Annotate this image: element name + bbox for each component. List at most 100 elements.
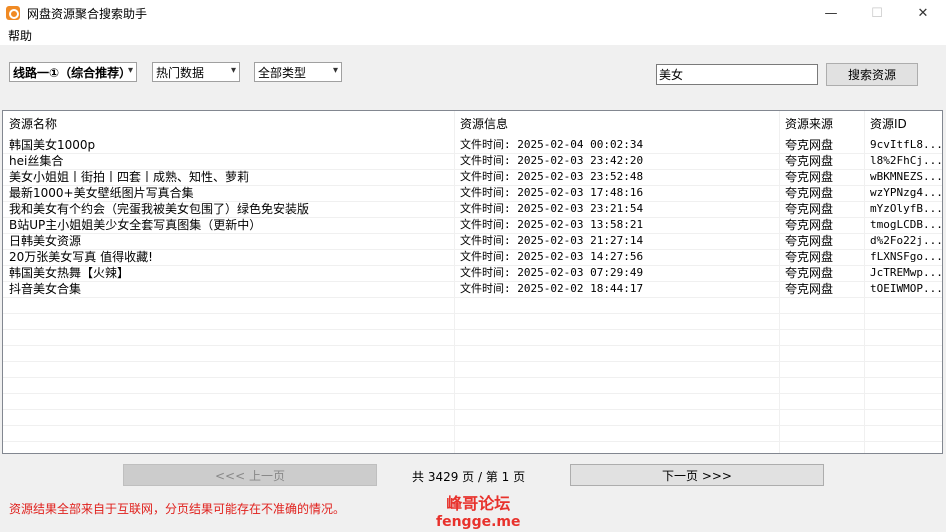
- column-header-id[interactable]: 资源ID: [864, 111, 942, 137]
- row-divider: [3, 153, 942, 154]
- cell-source: 夸克网盘: [785, 250, 834, 264]
- table-row[interactable]: 最新1000+美女壁纸图片写真合集 文件时间: 2025-02-03 17:48:…: [3, 185, 943, 201]
- table-row[interactable]: B站UP主小姐姐美少女全套写真图集（更新中） 文件时间: 2025-02-03 1…: [3, 217, 943, 233]
- chevron-down-icon: ▾: [230, 65, 236, 76]
- cell-name: 韩国美女热舞【火辣】: [9, 266, 130, 280]
- cell-info: 文件时间: 2025-02-03 21:27:14: [460, 234, 644, 247]
- row-divider: [3, 233, 942, 234]
- cell-id: tmogLCDB...: [870, 218, 943, 231]
- column-header-source[interactable]: 资源来源: [779, 111, 864, 137]
- type-select[interactable]: 全部类型 ▾: [254, 62, 342, 82]
- page-info: 共 3429 页 / 第 1 页: [412, 470, 526, 484]
- data-select-value: 热门数据: [156, 65, 205, 80]
- cell-id: fLXNSFgo...: [870, 250, 943, 263]
- cell-info: 文件时间: 2025-02-03 23:42:20: [460, 154, 644, 167]
- row-divider: [3, 329, 942, 330]
- table-row[interactable]: 抖音美女合集 文件时间: 2025-02-02 18:44:17 夸克网盘 tOEIW…: [3, 281, 943, 297]
- cell-name: hei丝集合: [9, 154, 64, 168]
- row-divider: [3, 297, 942, 298]
- title-bar: 网盘资源聚合搜索助手 — ☐ ✕: [0, 0, 946, 26]
- minimize-button[interactable]: —: [808, 0, 854, 26]
- cell-name: 最新1000+美女壁纸图片写真合集: [9, 186, 194, 200]
- cell-info: 文件时间: 2025-02-03 23:21:54: [460, 202, 644, 215]
- cell-name: 美女小姐姐丨街拍丨四套丨成熟、知性、萝莉: [9, 170, 250, 184]
- cell-name: 抖音美女合集: [9, 282, 82, 296]
- footer-note: 资源结果全部来自于互联网，分页结果可能存在不准确的情况。: [9, 502, 346, 516]
- type-select-value: 全部类型: [258, 65, 307, 80]
- cell-id: l8%2FhCj...: [870, 154, 943, 167]
- row-divider: [3, 249, 942, 250]
- watermark-title: 峰哥论坛: [446, 494, 511, 513]
- data-select[interactable]: 热门数据 ▾: [152, 62, 240, 82]
- row-divider: [3, 361, 942, 362]
- table-row[interactable]: 20万张美女写真 值得收藏! 文件时间: 2025-02-03 14:27:56 夸…: [3, 249, 943, 265]
- toolbar: 线路一①（综合推荐） ▾ 热门数据 ▾ 全部类型 ▾ 美女 搜索资源: [0, 45, 946, 110]
- search-button[interactable]: 搜索资源: [826, 63, 918, 86]
- cell-id: d%2Fo22j...: [870, 234, 943, 247]
- row-divider: [3, 185, 942, 186]
- column-header-info[interactable]: 资源信息: [454, 111, 779, 137]
- watermark-url: fengge.me: [436, 514, 521, 530]
- cell-id: tOEIWMOP...: [870, 282, 943, 295]
- cell-id: wzYPNzg4...: [870, 186, 943, 199]
- cell-source: 夸克网盘: [785, 138, 834, 152]
- row-divider: [3, 281, 942, 282]
- cell-source: 夸克网盘: [785, 202, 834, 216]
- cell-info: 文件时间: 2025-02-03 13:58:21: [460, 218, 644, 231]
- cell-info: 文件时间: 2025-02-03 07:29:49: [460, 266, 644, 279]
- menu-help[interactable]: 帮助: [0, 27, 40, 44]
- row-divider: [3, 441, 942, 442]
- results-table[interactable]: 资源名称 资源信息 资源来源 资源ID 韩国美女1000p 文件时间: 2025-…: [2, 110, 943, 454]
- cell-source: 夸克网盘: [785, 282, 834, 296]
- row-divider: [3, 345, 942, 346]
- table-row[interactable]: 美女小姐姐丨街拍丨四套丨成熟、知性、萝莉 文件时间: 2025-02-03 23:…: [3, 169, 943, 185]
- cell-id: wBKMNEZS...: [870, 170, 943, 183]
- cell-source: 夸克网盘: [785, 266, 834, 280]
- row-divider: [3, 409, 942, 410]
- search-input-value: 美女: [659, 68, 684, 82]
- row-divider: [3, 393, 942, 394]
- row-divider: [3, 313, 942, 314]
- cell-id: 9cvItfL8...: [870, 138, 943, 151]
- cell-name: 我和美女有个约会（完蛋我被美女包围了）绿色免安装版: [9, 202, 310, 216]
- cell-source: 夸克网盘: [785, 170, 834, 184]
- cell-source: 夸克网盘: [785, 218, 834, 232]
- table-row[interactable]: 我和美女有个约会（完蛋我被美女包围了）绿色免安装版 文件时间: 2025-02-0…: [3, 201, 943, 217]
- column-header-name[interactable]: 资源名称: [3, 111, 454, 137]
- cell-info: 文件时间: 2025-02-03 23:52:48: [460, 170, 644, 183]
- watermark: 峰哥论坛 fengge.me: [436, 490, 521, 530]
- chevron-down-icon: ▾: [332, 65, 338, 76]
- cell-name: 韩国美女1000p: [9, 138, 96, 152]
- row-divider: [3, 217, 942, 218]
- row-divider: [3, 201, 942, 202]
- window-controls: — ☐ ✕: [808, 0, 946, 26]
- app-icon: [6, 6, 20, 20]
- menu-bar: 帮助: [0, 26, 946, 45]
- cell-id: JcTREMwp...: [870, 266, 943, 279]
- window-title: 网盘资源聚合搜索助手: [27, 6, 148, 21]
- cell-info: 文件时间: 2025-02-02 18:44:17: [460, 282, 644, 295]
- prev-page-button[interactable]: <<< 上一页: [123, 464, 377, 486]
- cell-name: 20万张美女写真 值得收藏!: [9, 250, 153, 264]
- maximize-button: ☐: [871, 5, 883, 21]
- search-input[interactable]: 美女: [656, 64, 818, 85]
- next-page-button[interactable]: 下一页 >>>: [570, 464, 824, 486]
- row-divider: [3, 425, 942, 426]
- cell-source: 夸克网盘: [785, 154, 834, 168]
- cell-info: 文件时间: 2025-02-03 17:48:16: [460, 186, 644, 199]
- table-row[interactable]: 韩国美女热舞【火辣】 文件时间: 2025-02-03 07:29:49 夸克网盘 J…: [3, 265, 943, 281]
- table-row[interactable]: 日韩美女资源 文件时间: 2025-02-03 21:27:14 夸克网盘 d%2Fo…: [3, 233, 943, 249]
- cell-info: 文件时间: 2025-02-04 00:02:34: [460, 138, 644, 151]
- cell-source: 夸克网盘: [785, 234, 834, 248]
- row-divider: [3, 169, 942, 170]
- cell-name: B站UP主小姐姐美少女全套写真图集（更新中）: [9, 218, 262, 232]
- cell-source: 夸克网盘: [785, 186, 834, 200]
- table-row[interactable]: hei丝集合 文件时间: 2025-02-03 23:42:20 夸克网盘 l8%2F…: [3, 153, 943, 169]
- cell-name: 日韩美女资源: [9, 234, 82, 248]
- close-button[interactable]: ✕: [900, 0, 946, 26]
- route-select[interactable]: 线路一①（综合推荐） ▾: [9, 62, 137, 82]
- cell-info: 文件时间: 2025-02-03 14:27:56: [460, 250, 644, 263]
- table-row[interactable]: 韩国美女1000p 文件时间: 2025-02-04 00:02:34 夸克网盘 9c…: [3, 137, 943, 153]
- row-divider: [3, 377, 942, 378]
- cell-id: mYzOlyfB...: [870, 202, 943, 215]
